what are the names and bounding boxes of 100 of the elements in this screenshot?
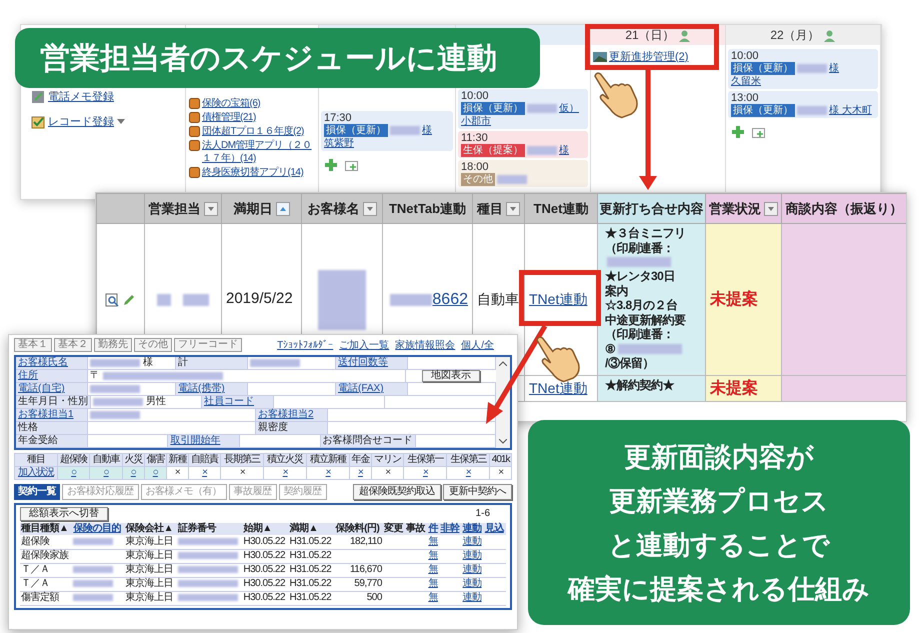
- number-link[interactable]: 8662: [432, 288, 468, 312]
- column-header[interactable]: 種目種類▲: [20, 523, 72, 535]
- table-cell: Ｔ／Ａ: [20, 563, 72, 577]
- link-text[interactable]: 連動: [462, 578, 482, 589]
- event-card[interactable]: 10:00 損保（更新） 仮） 小郡市: [458, 89, 588, 129]
- flag-link[interactable]: 無: [428, 550, 438, 561]
- edit-icon: [122, 292, 136, 306]
- memo-line: （印刷連番：: [605, 240, 674, 255]
- event-card[interactable]: 13:00 損保（更新） 様 大木町: [728, 91, 878, 118]
- table-cell: H31.05.22: [288, 549, 335, 563]
- field-link[interactable]: 送付回数等: [338, 357, 388, 368]
- app-link[interactable]: 保険の宝箱(6): [202, 97, 260, 110]
- status-link[interactable]: 加入状況: [18, 467, 54, 478]
- blurred-text: [178, 580, 238, 587]
- column-header[interactable]: お客様名: [302, 194, 382, 224]
- field-link[interactable]: お客様担当1: [18, 409, 74, 420]
- tnet-link[interactable]: TNet連動: [529, 291, 588, 307]
- event-card[interactable]: 11:30 生保（提案） 様: [458, 131, 588, 158]
- tnet-link[interactable]: TNet連動: [529, 380, 588, 396]
- link-text[interactable]: 連動: [462, 592, 482, 603]
- callout-line: 更新業務プロセス: [609, 484, 829, 518]
- column-header[interactable]: 種目: [472, 194, 524, 224]
- field-link[interactable]: 取引開始年: [170, 435, 220, 446]
- link-text[interactable]: 連動: [462, 536, 482, 547]
- link[interactable]: 家族情報照会: [395, 340, 456, 352]
- app-icon: [189, 112, 200, 123]
- view-icon: [105, 292, 119, 306]
- event-place: 久留米: [731, 75, 761, 88]
- column-header[interactable]: 保険料(円): [334, 523, 383, 535]
- column-header[interactable]: 変更: [382, 523, 406, 535]
- app-link[interactable]: 法人DM管理アプリ（２０１７年）(14): [202, 139, 315, 165]
- column-header[interactable]: 見込: [484, 523, 506, 535]
- tab[interactable]: 勤務先: [94, 338, 132, 352]
- column-header[interactable]: 商談内容（振返り）: [782, 194, 906, 224]
- app-link[interactable]: 団体超Tプロ１６年度(2): [202, 125, 304, 138]
- event-card[interactable]: 18:00 その他: [458, 160, 588, 187]
- link-text[interactable]: 連動: [462, 564, 482, 575]
- event-card[interactable]: 10:00 損保（更新） 様 久留米: [728, 49, 878, 89]
- sidebar-link[interactable]: 電話メモ登録: [48, 89, 114, 106]
- field-link[interactable]: 社員コード: [204, 396, 254, 407]
- field-link[interactable]: お客様氏名: [18, 357, 68, 368]
- column-header[interactable]: TNet連動: [524, 194, 598, 224]
- column-header[interactable]: 営業担当: [144, 194, 222, 224]
- link[interactable]: 個人/全: [461, 340, 494, 352]
- field-link[interactable]: 電話(携帯): [178, 383, 225, 394]
- flag-link[interactable]: 無: [428, 592, 438, 603]
- field-link[interactable]: 電話(FAX): [338, 383, 384, 394]
- action-button[interactable]: 更新中契約へ: [443, 484, 512, 500]
- app-link[interactable]: 終身医療切替アプリ(14): [202, 166, 304, 179]
- column-header[interactable]: TNetTab連動: [382, 194, 472, 224]
- action-button[interactable]: 超保険既契約取込: [353, 484, 441, 500]
- title-banner: 営業担当者のスケジュールに連動: [15, 28, 540, 88]
- link-text[interactable]: 連動: [462, 550, 482, 561]
- column-header[interactable]: 件: [427, 523, 440, 535]
- column-header[interactable]: 非幹: [439, 523, 462, 535]
- event-card[interactable]: 17:30 損保（更新） 様 筑紫野: [321, 111, 453, 151]
- column-header[interactable]: 満期▲: [288, 523, 335, 535]
- map-button[interactable]: 地図表示: [422, 370, 480, 382]
- callout-line: 更新面談内容が: [624, 440, 814, 474]
- column-header[interactable]: 証券番号: [176, 523, 242, 535]
- sidebar-link[interactable]: レコード登録: [48, 114, 114, 130]
- tab[interactable]: 基本２: [54, 338, 92, 352]
- field-link[interactable]: 住所: [18, 370, 38, 381]
- column-header[interactable]: 保険会社▲: [124, 523, 177, 535]
- column-header[interactable]: 営業状況: [706, 194, 782, 224]
- link[interactable]: Tｼｮｯﾄﾌｫﾙﾀﾞｰ: [277, 340, 334, 352]
- table-header-cell: 自動車: [90, 454, 122, 466]
- dropdown-icon: [362, 202, 376, 216]
- flag-link[interactable]: 無: [428, 578, 438, 589]
- table-cell: Ｔ／Ａ: [20, 577, 72, 591]
- column-header[interactable]: 事故: [405, 523, 428, 535]
- flag-link[interactable]: 無: [428, 536, 438, 547]
- column-header[interactable]: 満期日: [222, 194, 302, 224]
- tab[interactable]: フリーコード: [174, 338, 242, 352]
- event-time: 10:00: [461, 90, 490, 102]
- column-header[interactable]: 保険の目的: [72, 523, 125, 535]
- tab[interactable]: 基本１: [14, 338, 52, 352]
- flag-link[interactable]: 無: [428, 564, 438, 575]
- toggle-button[interactable]: 総額表示へ切替: [20, 507, 108, 521]
- blurred-text: [390, 294, 432, 306]
- memo-line: ★３台ミニフリ: [605, 226, 686, 240]
- column-header[interactable]: 更新打ち合せ内容: [598, 194, 706, 224]
- field-link[interactable]: お客様担当2: [258, 409, 314, 420]
- app-link[interactable]: 債権管理(21): [202, 111, 256, 124]
- table-cell: 59,770: [334, 577, 383, 591]
- table-header-cell: 年金: [349, 454, 372, 466]
- field-link[interactable]: 電話(自宅): [18, 383, 65, 394]
- column-header[interactable]: 始期▲: [242, 523, 289, 535]
- blurred-text: [318, 270, 366, 330]
- table-cell: ×: [264, 466, 307, 480]
- blurred-text: [527, 104, 557, 113]
- column-header[interactable]: 連動: [462, 523, 484, 535]
- link[interactable]: ご加入一覧: [339, 340, 390, 352]
- tab[interactable]: 契約一覧: [14, 484, 60, 500]
- table-cell: H31.05.22: [288, 535, 335, 549]
- tab[interactable]: その他: [134, 338, 172, 352]
- form-value: 様: [88, 357, 176, 369]
- schedule-link[interactable]: 更新進捗管理(2): [609, 49, 688, 66]
- table-header-cell: 火災: [122, 454, 144, 466]
- blurred-text: [497, 175, 527, 184]
